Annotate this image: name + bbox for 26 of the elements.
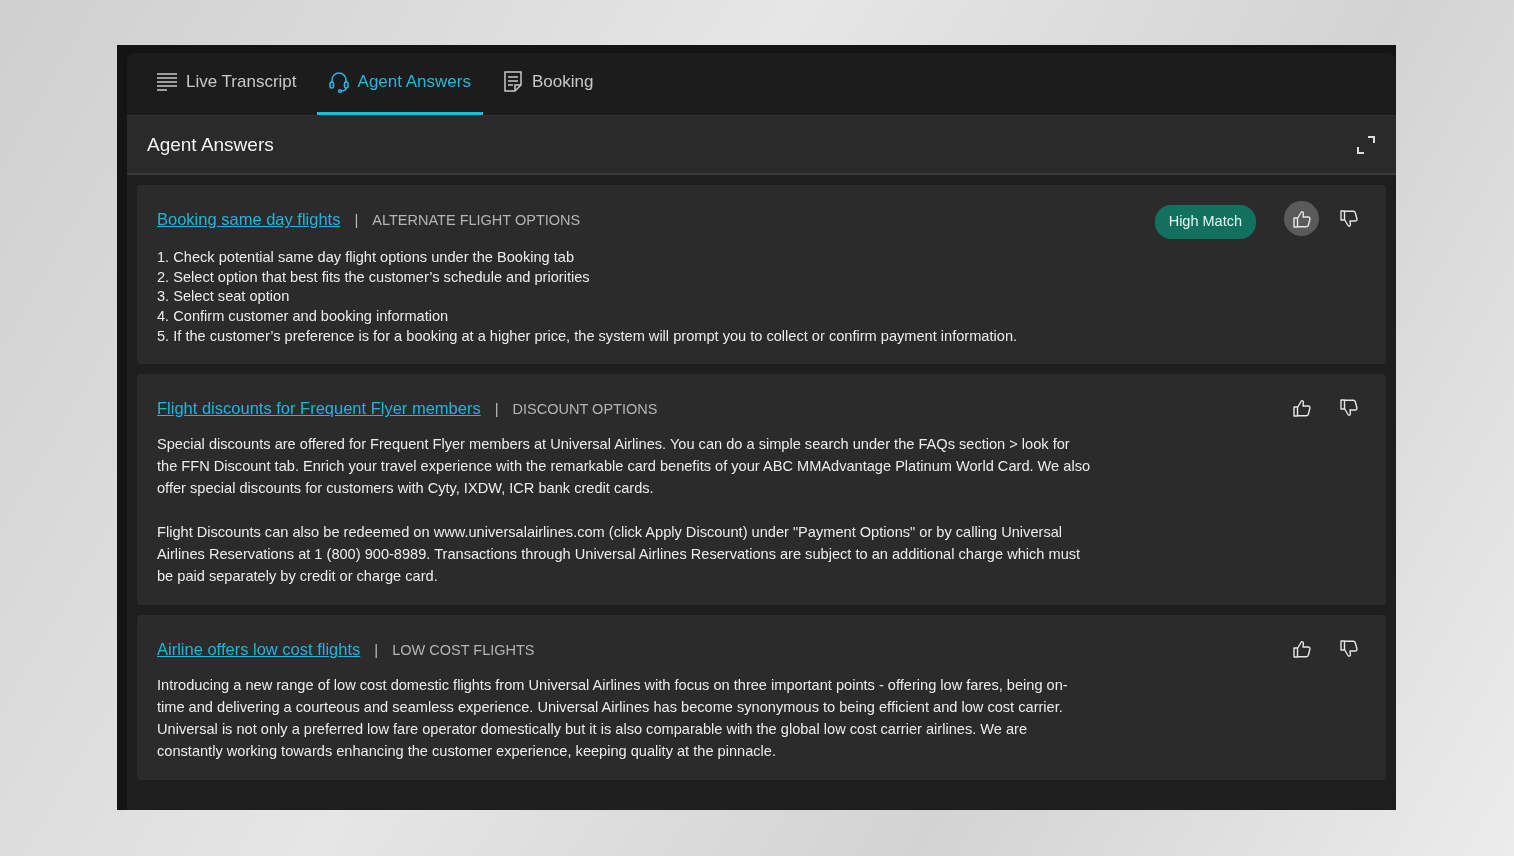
lines-icon	[157, 72, 177, 91]
step-text: 4. Confirm customer and booking information	[157, 307, 450, 327]
category-label: ALTERNATE FLIGHT OPTIONS	[372, 212, 581, 229]
step-text: 2. Select option that best fits the customer’s schedule and priorities	[157, 267, 591, 287]
answer-paragraph: Flight Discounts can also be redeemed on www.universalairlines.com (click Apply Discount) under "Payment Options" or by calling Universal Airlines Reservations at 1 (800) 900-8989. Transactions through Universal Airlines Reservations are subject to an additional charge which must be paid separately by credit or charge card.	[157, 523, 1082, 587]
category-label: DISCOUNT OPTIONS	[512, 401, 658, 418]
thumbs-up-icon[interactable]	[1284, 201, 1319, 237]
tab[interactable]: Booking	[490, 53, 606, 115]
step-text: 5. If the customer’s preference is for a booking at a higher price, the system will prompt you to collect or confirm payment information.	[157, 326, 1019, 346]
answer-paragraph: Special discounts are offered for Frequent Flyer members at Universal Airlines. You can do a simple search under the FAQs section > look for the FFN Discount tab. Enrich your travel experience with the remarkable card benefits of your ABC MMAdvantage Platinum World Card. We also offer special discounts for customers with Cyty, IXDW, ICR bank credit cards.	[157, 435, 1092, 499]
answer-title-link[interactable]: Flight discounts for Frequent Flyer members	[157, 399, 481, 418]
separator: |	[374, 641, 379, 659]
step-text: 1. Check potential same day flight options under the Booking tab	[157, 248, 575, 268]
separator: |	[354, 211, 359, 229]
match-badge: High Match	[1154, 205, 1256, 240]
expand-icon[interactable]	[1356, 134, 1376, 155]
headset-icon	[328, 70, 349, 93]
category-label: LOW COST FLIGHTS	[392, 642, 535, 659]
tab[interactable]: Live Transcript	[145, 53, 309, 115]
panel-title: Agent Answers	[147, 133, 274, 157]
separator: |	[494, 400, 499, 418]
answer-paragraph: Introducing a new range of low cost domestic flights from Universal Airlines with focus on three important points - offering low fares, being on-time and delivering a courteous and seamless experience. Universal Airlines has become synonymous to being efficient and low cost carrier. Universal is not only a preferred low fare operator domestically but it is also comparable with the global low cost carrier airlines. We are constantly working towards enhancing the customer experience, keeping quality at the pinnacle.	[157, 676, 1069, 762]
answer-title-link[interactable]: Airline offers low cost flights	[157, 640, 361, 659]
step-text: 3. Select seat option	[157, 287, 291, 307]
answer-title-link[interactable]: Booking same day flights	[157, 210, 341, 229]
document-icon	[502, 71, 523, 93]
